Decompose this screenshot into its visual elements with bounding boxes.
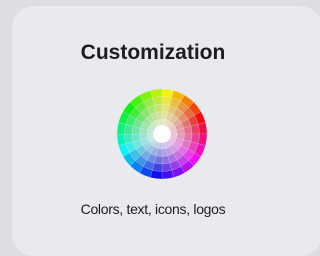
color-wheel-segment	[161, 169, 174, 179]
color-wheel-segment	[161, 162, 172, 172]
card-caption: Colors, text, icons, logos	[80, 201, 226, 217]
color-wheel-segment	[150, 89, 163, 99]
card-title: Customization	[80, 41, 226, 64]
color-wheel-segment	[197, 122, 207, 135]
color-wheel-segment	[152, 96, 163, 106]
color-wheel-segment	[124, 133, 134, 144]
color-wheel-icon	[117, 89, 207, 179]
color-wheel-center	[153, 125, 171, 143]
color-wheel-segment	[117, 133, 127, 146]
color-wheel-segment	[190, 124, 200, 135]
